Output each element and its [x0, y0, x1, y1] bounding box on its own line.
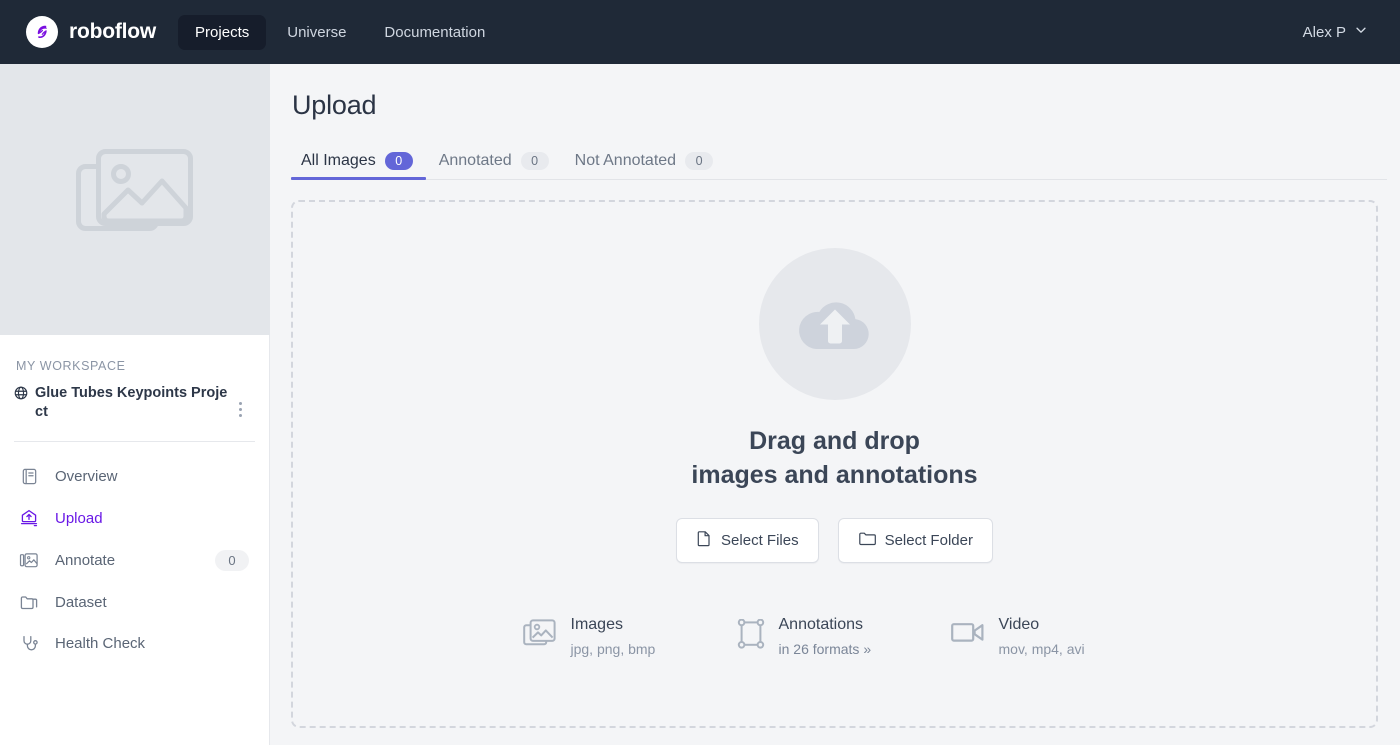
sidebar-item-overview[interactable]: Overview — [10, 456, 259, 497]
kebab-dot — [238, 414, 242, 417]
tab-badge: 0 — [685, 151, 714, 170]
tab-badge: 0 — [384, 151, 413, 170]
sidebar-item-label: Overview — [55, 468, 118, 486]
format-annotations-text: Annotations in 26 formats » — [779, 615, 872, 657]
sidebar-item-dataset[interactable]: Dataset — [10, 582, 259, 623]
tab-all-images[interactable]: All Images 0 — [291, 151, 426, 180]
tab-label: Annotated — [438, 151, 512, 169]
sidebar-item-label: Dataset — [55, 594, 107, 612]
supported-formats: Images jpg, png, bmp Annotations in 26 f… — [505, 615, 1165, 657]
format-subtitle: jpg, png, bmp — [570, 640, 656, 657]
kebab-menu-icon[interactable] — [231, 384, 249, 417]
file-icon — [696, 530, 712, 551]
account-name: Alex P — [1302, 23, 1346, 41]
format-images: Images jpg, png, bmp — [522, 615, 737, 657]
cloud-upload-icon — [758, 248, 911, 400]
sidebar-item-label: Health Check — [55, 635, 146, 653]
format-subtitle: mov, mp4, avi — [998, 640, 1085, 657]
annotation-box-icon — [737, 618, 765, 654]
sidebar-item-label: Annotate — [55, 552, 116, 570]
upload-icon — [18, 508, 40, 528]
dropzone-buttons: Select Files Select Folder — [676, 518, 993, 563]
kebab-dot — [238, 402, 242, 405]
sidebar-nav: Overview Upload Annotate 0 Dataset Healt… — [0, 442, 269, 664]
annotate-images-icon — [18, 551, 40, 570]
page-title: Upload — [292, 90, 377, 120]
tab-label: Not Annotated — [574, 151, 677, 169]
tab-label: All Images — [301, 151, 376, 169]
tab-not-annotated[interactable]: Not Annotated 0 — [562, 151, 726, 180]
kebab-dot — [238, 408, 242, 411]
chevron-down-icon — [1354, 23, 1368, 41]
select-folder-button[interactable]: Select Folder — [837, 518, 993, 563]
images-icon — [522, 619, 557, 654]
select-folder-label: Select Folder — [884, 532, 973, 549]
globe-icon — [14, 386, 28, 406]
project-name-link[interactable]: Glue Tubes Keypoints Project — [14, 384, 231, 421]
format-title: Images — [570, 616, 623, 633]
tab-annotated[interactable]: Annotated 0 — [426, 151, 562, 180]
format-title: Video — [998, 616, 1040, 633]
stethoscope-icon — [18, 634, 40, 653]
project-row: Glue Tubes Keypoints Project — [14, 384, 249, 421]
format-video: Video mov, mp4, avi — [950, 615, 1165, 657]
brand-name: roboflow — [69, 20, 157, 43]
tab-badge: 0 — [520, 151, 549, 170]
select-files-label: Select Files — [721, 532, 799, 549]
format-annotations: Annotations in 26 formats » — [737, 615, 951, 657]
sidebar: MY WORKSPACE Glue Tubes Keypoints Projec… — [0, 64, 270, 745]
upload-dropzone[interactable]: Drag and drop images and annotations Sel… — [291, 200, 1378, 728]
select-files-button[interactable]: Select Files — [676, 518, 819, 563]
sidebar-item-label: Upload — [55, 509, 103, 527]
sidebar-item-upload[interactable]: Upload — [10, 497, 259, 539]
project-name-text: Glue Tubes Keypoints Project — [35, 385, 228, 420]
nav-link-projects[interactable]: Projects — [178, 14, 267, 50]
brand-logo[interactable]: roboflow — [26, 16, 156, 48]
folder-icon — [858, 530, 876, 551]
images-placeholder-icon — [76, 148, 194, 251]
video-camera-icon — [950, 619, 985, 650]
sidebar-item-annotate[interactable]: Annotate 0 — [10, 539, 259, 582]
account-menu[interactable]: Alex P — [1303, 23, 1376, 41]
image-filter-tabs: All Images 0 Annotated 0 Not Annotated 0 — [291, 141, 1387, 180]
workspace-section: MY WORKSPACE Glue Tubes Keypoints Projec… — [0, 335, 269, 421]
primary-nav: Projects Universe Documentation — [178, 14, 502, 50]
format-title: Annotations — [778, 616, 864, 633]
sidebar-item-health-check[interactable]: Health Check — [10, 623, 259, 664]
nav-link-universe[interactable]: Universe — [270, 15, 363, 50]
main-content: Upload All Images 0 Annotated 0 Not Anno… — [270, 64, 1400, 745]
dropzone-title: Drag and drop images and annotations — [691, 424, 977, 492]
book-icon — [18, 467, 40, 486]
nav-link-documentation[interactable]: Documentation — [367, 15, 502, 50]
format-video-text: Video mov, mp4, avi — [999, 615, 1085, 657]
annotate-count-badge: 0 — [215, 550, 249, 572]
dropzone-title-line1: Drag and drop — [749, 427, 920, 455]
workspace-label: MY WORKSPACE — [16, 359, 126, 373]
dropzone-title-line2: images and annotations — [691, 461, 978, 489]
roboflow-logo-icon — [26, 16, 58, 48]
project-thumbnail-placeholder — [0, 64, 270, 335]
folder-icon — [18, 593, 40, 612]
top-navbar: roboflow Projects Universe Documentation… — [0, 0, 1400, 64]
format-images-text: Images jpg, png, bmp — [571, 615, 656, 657]
format-subtitle-link[interactable]: in 26 formats » — [779, 641, 872, 657]
